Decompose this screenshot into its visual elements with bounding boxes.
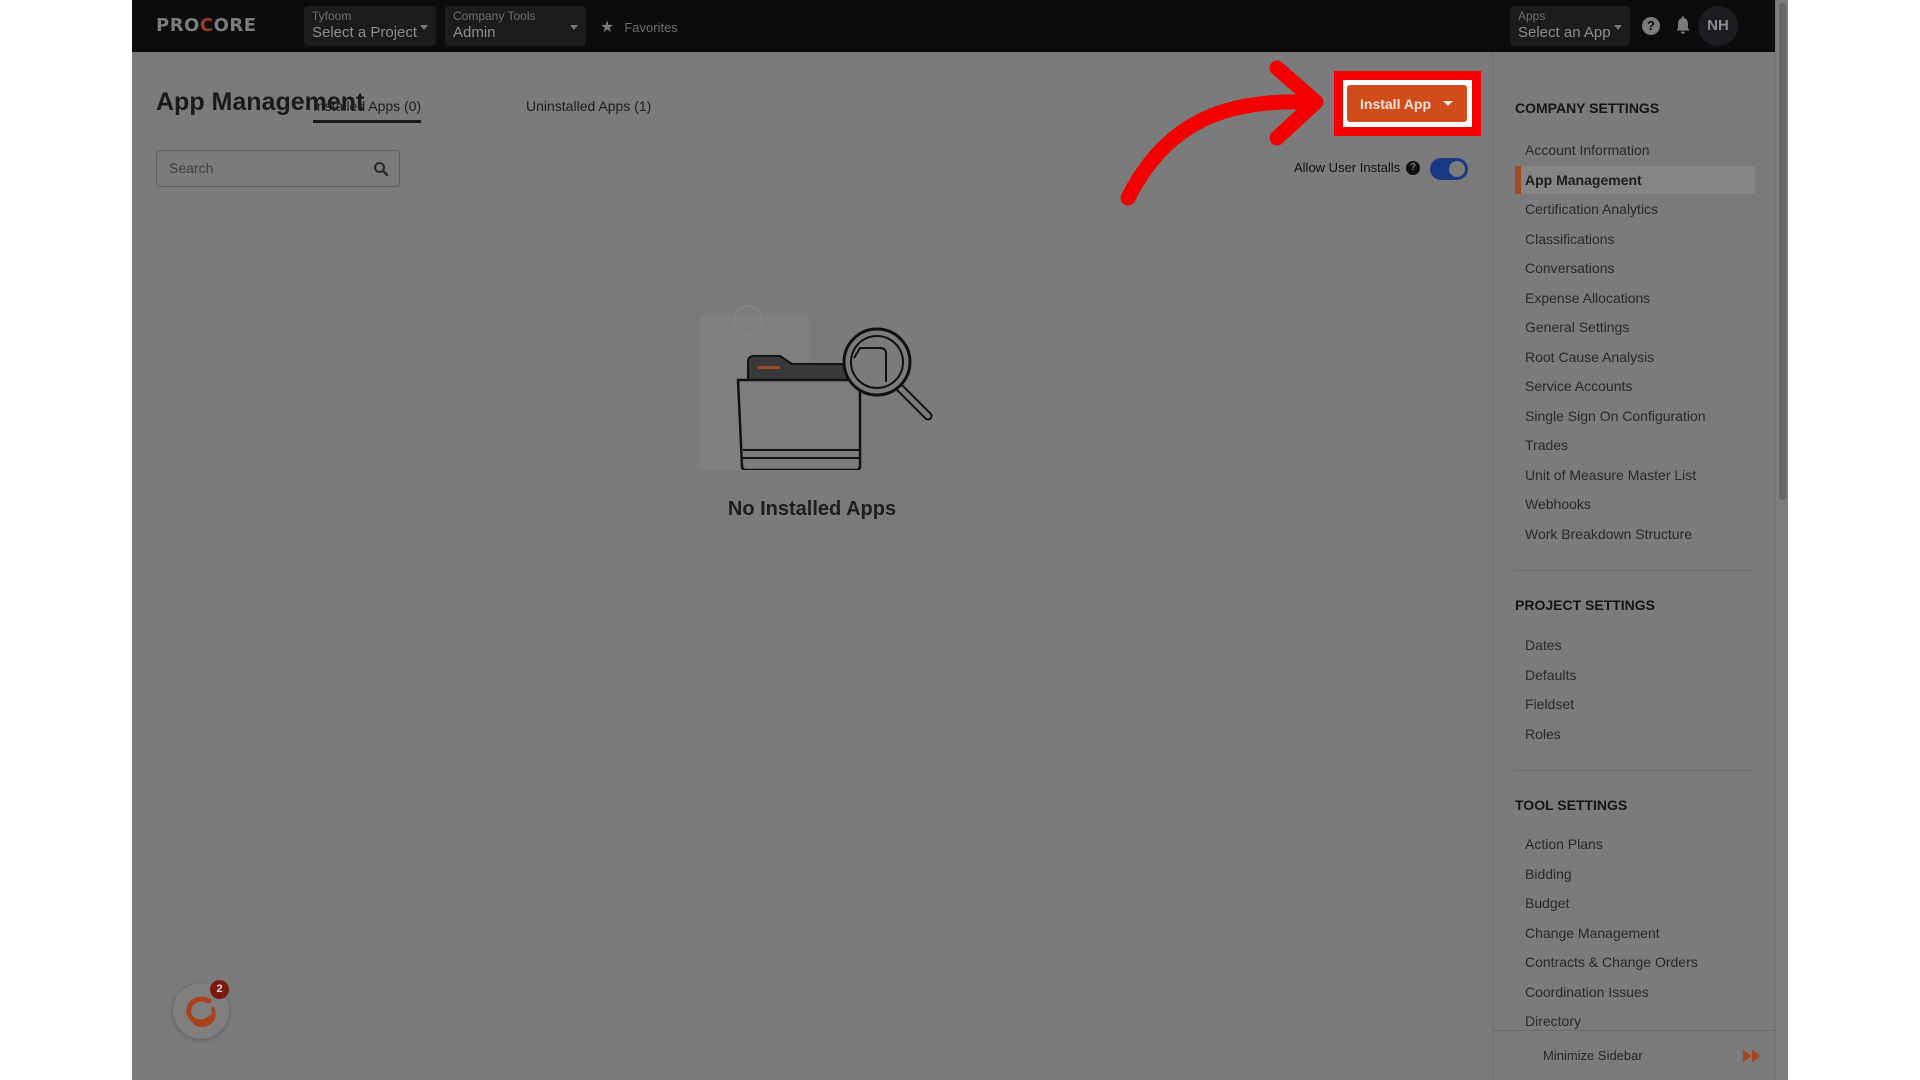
project-settings-heading: PROJECT SETTINGS — [1515, 597, 1656, 613]
divider — [1515, 570, 1755, 571]
minimize-sidebar-label: Minimize Sidebar — [1543, 1048, 1643, 1063]
sidebar-item-single-sign-on-configuration[interactable]: Single Sign On Configuration — [1515, 402, 1755, 430]
notification-count-badge: 2 — [210, 980, 229, 999]
chevron-down-icon — [570, 25, 578, 30]
tab-installed-apps[interactable]: Installed Apps (0) — [313, 98, 422, 123]
sidebar-item-dates[interactable]: Dates — [1515, 631, 1755, 659]
top-nav-bar: PROCORE Tyfoom Select a Project Company … — [132, 0, 1775, 52]
tool-settings-heading: TOOL SETTINGS — [1515, 797, 1628, 813]
sidebar-item-defaults[interactable]: Defaults — [1515, 661, 1755, 689]
sidebar-item-work-breakdown-structure[interactable]: Work Breakdown Structure — [1515, 520, 1755, 548]
search-icon[interactable] — [373, 161, 389, 177]
apps-selector-value: Select an App — [1518, 24, 1611, 41]
tab-uninstalled-apps[interactable]: Uninstalled Apps (1) — [526, 98, 651, 120]
sidebar-item-fieldset[interactable]: Fieldset — [1515, 690, 1755, 718]
sidebar-item-service-accounts[interactable]: Service Accounts — [1515, 372, 1755, 400]
company-tools-selector[interactable]: Company Tools Admin — [445, 6, 586, 46]
chevron-down-icon — [1614, 25, 1622, 30]
help-icon[interactable]: ? — [1406, 161, 1420, 175]
sidebar-item-budget[interactable]: Budget — [1515, 889, 1755, 917]
favorites-link[interactable]: ★ Favorites — [600, 17, 678, 37]
project-selector-label: Tyfoom — [312, 9, 352, 23]
search-input[interactable] — [169, 160, 359, 176]
toggle-knob — [1449, 161, 1465, 177]
search-field[interactable] — [156, 150, 400, 187]
scrollbar-thumb[interactable] — [1779, 3, 1786, 500]
sidebar-item-classifications[interactable]: Classifications — [1515, 225, 1755, 253]
sidebar-item-general-settings[interactable]: General Settings — [1515, 313, 1755, 341]
company-tools-value: Admin — [453, 24, 496, 41]
project-selector[interactable]: Tyfoom Select a Project — [304, 6, 436, 46]
empty-state-message: No Installed Apps — [727, 498, 897, 520]
sidebar-item-bidding[interactable]: Bidding — [1515, 860, 1755, 888]
procore-logo[interactable]: PROCORE — [156, 15, 257, 36]
page-scrollbar[interactable] — [1775, 0, 1788, 1080]
sidebar-item-conversations[interactable]: Conversations — [1515, 254, 1755, 282]
install-app-label: Install App — [1360, 95, 1432, 112]
divider — [1515, 770, 1755, 771]
allow-user-installs-toggle[interactable] — [1430, 158, 1468, 180]
sidebar-item-change-management[interactable]: Change Management — [1515, 919, 1755, 947]
apps-selector[interactable]: Apps Select an App — [1510, 6, 1630, 46]
star-icon: ★ — [600, 19, 615, 36]
sidebar-item-trades[interactable]: Trades — [1515, 431, 1755, 459]
user-avatar[interactable]: NH — [1698, 6, 1738, 46]
minimize-sidebar-button[interactable]: Minimize Sidebar — [1493, 1030, 1776, 1080]
sidebar-item-unit-of-measure-master-list[interactable]: Unit of Measure Master List — [1515, 461, 1755, 489]
sidebar-item-certification-analytics[interactable]: Certification Analytics — [1515, 195, 1755, 223]
favorites-label: Favorites — [624, 19, 678, 35]
chevron-down-icon — [1443, 101, 1453, 106]
chevron-down-icon — [420, 25, 428, 30]
sidebar-item-roles[interactable]: Roles — [1515, 720, 1755, 748]
notification-bell-icon[interactable] — [1675, 16, 1691, 36]
project-selector-value: Select a Project — [312, 24, 418, 41]
sidebar-item-root-cause-analysis[interactable]: Root Cause Analysis — [1515, 343, 1755, 371]
sidebar-item-webhooks[interactable]: Webhooks — [1515, 490, 1755, 518]
app-window: PROCORE Tyfoom Select a Project Company … — [132, 0, 1788, 1080]
apps-selector-label: Apps — [1518, 9, 1546, 23]
company-settings-heading: COMPANY SETTINGS — [1515, 100, 1660, 116]
help-icon[interactable]: ? — [1642, 17, 1660, 35]
sidebar-item-contracts-change-orders[interactable]: Contracts & Change Orders — [1515, 948, 1755, 976]
install-app-button[interactable]: Install App — [1347, 85, 1467, 122]
sidebar-item-app-management[interactable]: App Management — [1515, 165, 1755, 194]
settings-sidebar: COMPANY SETTINGS Account Information App … — [1492, 52, 1776, 1080]
double-chevron-right-icon — [1743, 1049, 1760, 1063]
sidebar-item-coordination-issues[interactable]: Coordination Issues — [1515, 978, 1755, 1006]
sidebar-item-account-information[interactable]: Account Information — [1515, 136, 1755, 164]
allow-user-installs-label: Allow User Installs — [1294, 160, 1401, 175]
sidebar-item-expense-allocations[interactable]: Expense Allocations — [1515, 284, 1755, 312]
sidebar-item-action-plans[interactable]: Action Plans — [1515, 830, 1755, 858]
empty-folder-search-illustration — [700, 305, 933, 470]
company-tools-label: Company Tools — [453, 9, 536, 23]
